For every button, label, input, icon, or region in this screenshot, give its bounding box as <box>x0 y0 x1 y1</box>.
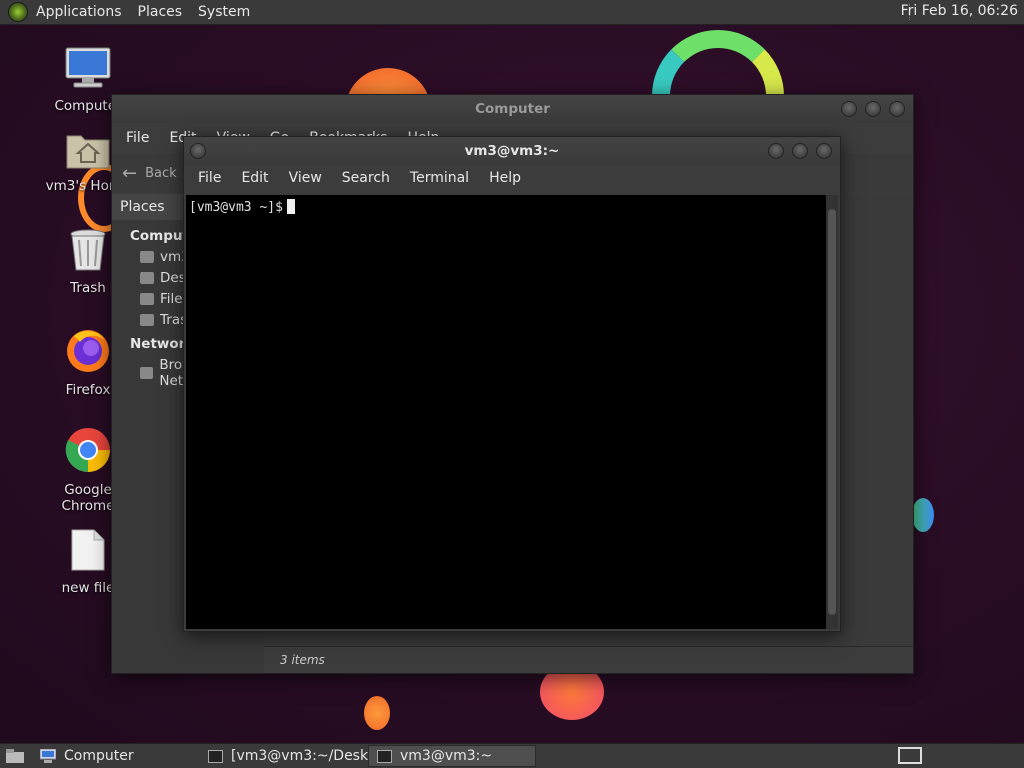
show-desktop-button[interactable] <box>0 745 32 767</box>
computer-icon <box>40 749 56 763</box>
workspace-switcher[interactable] <box>898 747 922 764</box>
status-bar: 3 items <box>264 646 913 673</box>
window-title: Computer <box>475 101 550 117</box>
close-button[interactable] <box>816 143 832 159</box>
scrollbar-thumb[interactable] <box>828 209 836 615</box>
taskbar-item-terminal-active[interactable]: vm3@vm3:~ <box>368 745 536 767</box>
term-menu-view[interactable]: View <box>279 170 332 186</box>
back-arrow-icon[interactable]: ← <box>122 163 137 184</box>
text-cursor <box>286 199 295 214</box>
taskbar-item-terminal-desktop[interactable]: [vm3@vm3:~/Deskt... <box>200 745 368 767</box>
terminal-icon <box>208 749 223 763</box>
terminal-titlebar[interactable]: vm3@vm3:~ <box>184 137 840 165</box>
places-menu[interactable]: Places <box>130 4 191 20</box>
terminal-menubar: File Edit View Search Terminal Help <box>184 165 840 191</box>
term-menu-file[interactable]: File <box>188 170 231 186</box>
minimize-button[interactable] <box>768 143 784 159</box>
close-button[interactable] <box>889 101 905 117</box>
term-menu-search[interactable]: Search <box>332 170 400 186</box>
drive-icon <box>140 293 154 305</box>
term-menu-help[interactable]: Help <box>479 170 531 186</box>
desktop-icon <box>140 272 154 284</box>
shell-prompt: [vm3@vm3 ~]$ <box>189 200 283 215</box>
bottom-panel: Computer [vm3@vm3:~/Deskt... vm3@vm3:~ <box>0 743 1024 768</box>
term-menu-terminal[interactable]: Terminal <box>400 170 479 186</box>
terminal-icon <box>377 749 392 763</box>
system-menu[interactable]: System <box>190 4 258 20</box>
term-menu-edit[interactable]: Edit <box>231 170 278 186</box>
show-desktop-icon <box>6 749 24 763</box>
network-icon <box>140 367 154 379</box>
trash-icon <box>140 314 154 326</box>
back-button[interactable]: Back <box>145 166 177 181</box>
minimize-button[interactable] <box>841 101 857 117</box>
terminal-window[interactable]: vm3@vm3:~ File Edit View Search Terminal… <box>183 136 841 632</box>
home-icon <box>140 251 154 263</box>
clock[interactable]: Fri Feb 16, 06:26 <box>901 3 1018 19</box>
vertical-scrollbar[interactable] <box>826 195 838 629</box>
taskbar-item-computer[interactable]: Computer <box>32 745 200 767</box>
computer-icon <box>43 46 133 94</box>
window-menu-button[interactable] <box>190 143 206 159</box>
terminal-output[interactable]: [vm3@vm3 ~]$ <box>186 195 826 629</box>
maximize-button[interactable] <box>865 101 881 117</box>
top-panel: Applications Places System Fri Feb 16, 0… <box>0 0 1024 25</box>
maximize-button[interactable] <box>792 143 808 159</box>
window-title: vm3@vm3:~ <box>464 143 560 159</box>
applications-menu[interactable]: Applications <box>28 4 130 20</box>
fm-menu-file[interactable]: File <box>116 130 159 146</box>
distro-logo-icon[interactable] <box>8 2 28 22</box>
file-manager-titlebar[interactable]: Computer <box>112 95 913 123</box>
